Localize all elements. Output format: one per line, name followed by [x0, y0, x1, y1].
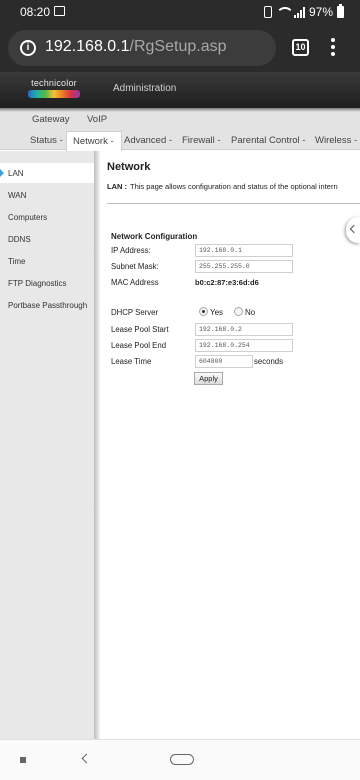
system-nav-bar: [0, 739, 360, 780]
main-content: Network LAN : This page allows configurat…: [100, 151, 360, 739]
primary-menu: Gateway VoIP: [0, 112, 360, 130]
sidebar-item-ftp-diagnostics[interactable]: FTP Diagnostics: [8, 279, 67, 288]
brand-name: technicolor: [31, 78, 77, 88]
technicolor-logo: technicolor: [28, 78, 80, 98]
overflow-menu-icon[interactable]: [328, 38, 338, 58]
subnet-mask-field[interactable]: 255.255.255.0: [195, 260, 293, 273]
recents-icon[interactable]: [20, 757, 26, 763]
battery-icon: [337, 4, 344, 18]
url-host: 192.168.0.1: [45, 38, 130, 55]
desc-text: This page allows configuration and statu…: [130, 182, 338, 191]
collapse-panel-button[interactable]: [346, 217, 360, 243]
ip-address-field[interactable]: 192.168.0.1: [195, 244, 293, 257]
divider: [107, 203, 360, 204]
logo-color-bar: [28, 90, 80, 98]
lease-pool-start-label: Lease Pool Start: [111, 325, 169, 334]
dhcp-yes-label: Yes: [210, 308, 224, 317]
active-arrow-icon: [0, 169, 4, 177]
tab-firewall[interactable]: Firewall -: [182, 135, 221, 146]
section-title: Network Configuration: [111, 232, 198, 241]
back-icon[interactable]: [81, 753, 92, 764]
lease-pool-end-label: Lease Pool End: [111, 341, 167, 350]
mac-address-value: b0:c2:87:e3:6d:d6: [195, 278, 259, 287]
url-text[interactable]: 192.168.0.1/RgSetup.asp: [45, 38, 226, 56]
sidebar-item-computers[interactable]: Computers: [8, 213, 47, 222]
page-description: LAN : This page allows configuration and …: [107, 182, 338, 191]
tab-status[interactable]: Status -: [30, 135, 63, 146]
vibrate-icon: [263, 6, 272, 18]
lease-time-label: Lease Time: [111, 357, 152, 366]
tab-advanced[interactable]: Advanced -: [124, 135, 172, 146]
tab-parental-control[interactable]: Parental Control -: [231, 135, 305, 146]
page-title: Network: [107, 161, 151, 173]
home-icon[interactable]: [170, 754, 194, 765]
sidebar-item-portbase-passthrough[interactable]: Portbase Passthrough: [8, 301, 87, 310]
menu-gateway[interactable]: Gateway: [32, 114, 70, 125]
sidebar-item-lan[interactable]: LAN: [8, 169, 24, 178]
router-header: technicolor Administration: [0, 72, 360, 108]
menu-voip[interactable]: VoIP: [87, 114, 107, 125]
sidebar: LAN WAN Computers DDNS Time FTP Diagnost…: [0, 151, 94, 739]
lease-pool-end-field[interactable]: 192.168.0.254: [195, 339, 293, 352]
image-notification-icon: [54, 6, 65, 16]
lease-pool-start-field[interactable]: 192.168.0.2: [195, 323, 293, 336]
sidebar-item-wan[interactable]: WAN: [8, 191, 26, 200]
tab-wireless[interactable]: Wireless -: [315, 135, 357, 146]
info-icon[interactable]: i: [20, 40, 36, 56]
secondary-menu: Status - Network - Advanced - Firewall -…: [0, 130, 360, 151]
battery-percent: 97%: [308, 5, 333, 19]
dhcp-no-radio[interactable]: [234, 307, 243, 316]
url-path: /RgSetup.asp: [129, 38, 227, 55]
tab-switcher-button[interactable]: 10: [292, 39, 309, 56]
lease-time-unit: seconds: [254, 357, 284, 366]
lease-time-field[interactable]: 604800: [195, 355, 253, 368]
apply-button[interactable]: Apply: [194, 372, 223, 385]
tab-network[interactable]: Network -: [66, 131, 122, 151]
dhcp-no-label: No: [245, 308, 256, 317]
ip-address-label: IP Address:: [111, 246, 151, 255]
subnet-mask-label: Subnet Mask:: [111, 262, 159, 271]
status-icons: 97%: [263, 4, 344, 19]
admin-title: Administration: [113, 83, 177, 94]
sidebar-item-ddns[interactable]: DDNS: [8, 235, 31, 244]
signal-icon: [293, 6, 305, 18]
dhcp-server-label: DHCP Server: [111, 308, 159, 317]
mac-address-label: MAC Address: [111, 278, 159, 287]
dhcp-yes-radio[interactable]: [199, 307, 208, 316]
desc-label: LAN :: [107, 182, 127, 191]
wifi-icon: [275, 7, 294, 17]
tab-network-label: Network -: [73, 136, 114, 147]
browser-toolbar: i 192.168.0.1/RgSetup.asp 10: [0, 24, 360, 72]
chevron-left-icon: [349, 224, 359, 234]
address-bar[interactable]: i 192.168.0.1/RgSetup.asp: [8, 30, 276, 66]
status-time: 08:20: [20, 5, 51, 19]
sidebar-item-time[interactable]: Time: [8, 257, 25, 266]
status-bar: 08:20 97%: [0, 0, 360, 24]
